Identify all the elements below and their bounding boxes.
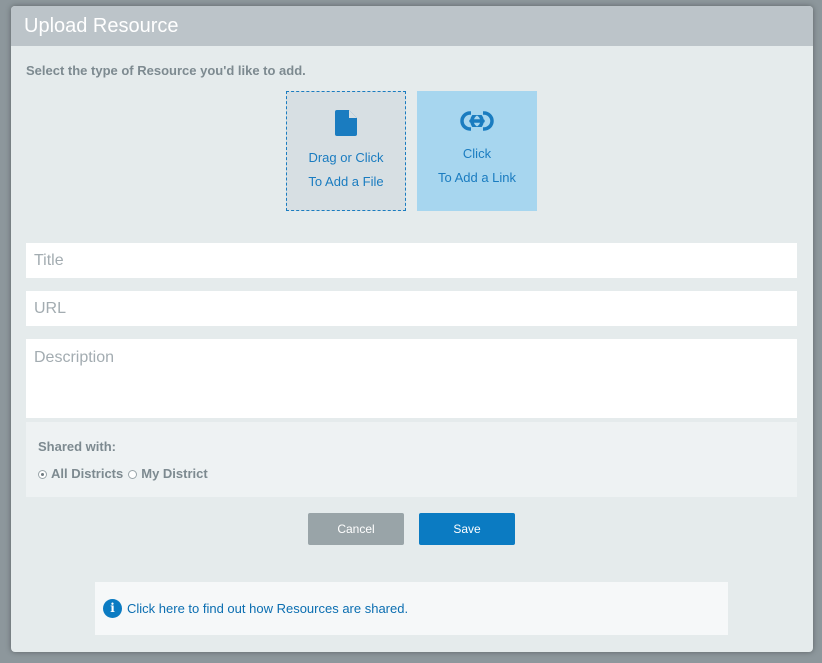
all-districts-label[interactable]: All Districts [51, 466, 123, 481]
all-districts-radio[interactable] [38, 470, 47, 479]
add-link-line2: To Add a Link [437, 170, 517, 185]
my-district-label[interactable]: My District [141, 466, 207, 481]
add-file-tile[interactable]: Drag or Click To Add a File [286, 91, 406, 211]
upload-resource-dialog: Upload Resource Select the type of Resou… [11, 6, 813, 652]
dialog-title: Upload Resource [11, 6, 813, 46]
add-link-tile[interactable]: Click To Add a Link [417, 91, 537, 211]
type-prompt: Select the type of Resource you'd like t… [26, 63, 306, 78]
add-file-line2: To Add a File [308, 174, 384, 189]
info-icon: i [103, 599, 122, 618]
title-input[interactable]: Title [26, 243, 797, 278]
file-icon [335, 110, 357, 136]
add-file-line1: Drag or Click [308, 150, 384, 165]
add-link-line1: Click [462, 146, 492, 161]
save-button[interactable]: Save [419, 513, 515, 545]
sharing-info-banner: i Click here to find out how Resources a… [95, 582, 728, 635]
link-icon [460, 111, 494, 131]
shared-with-options: All Districts My District [38, 466, 213, 481]
my-district-radio[interactable] [128, 470, 138, 479]
url-input[interactable]: URL [26, 291, 797, 326]
cancel-button[interactable]: Cancel [308, 513, 404, 545]
description-textarea[interactable]: Description [26, 339, 797, 418]
shared-with-label: Shared with: [38, 439, 117, 454]
shared-with-panel: Shared with: All Districts My District [26, 422, 797, 497]
sharing-info-link[interactable]: Click here to find out how Resources are… [127, 601, 408, 616]
